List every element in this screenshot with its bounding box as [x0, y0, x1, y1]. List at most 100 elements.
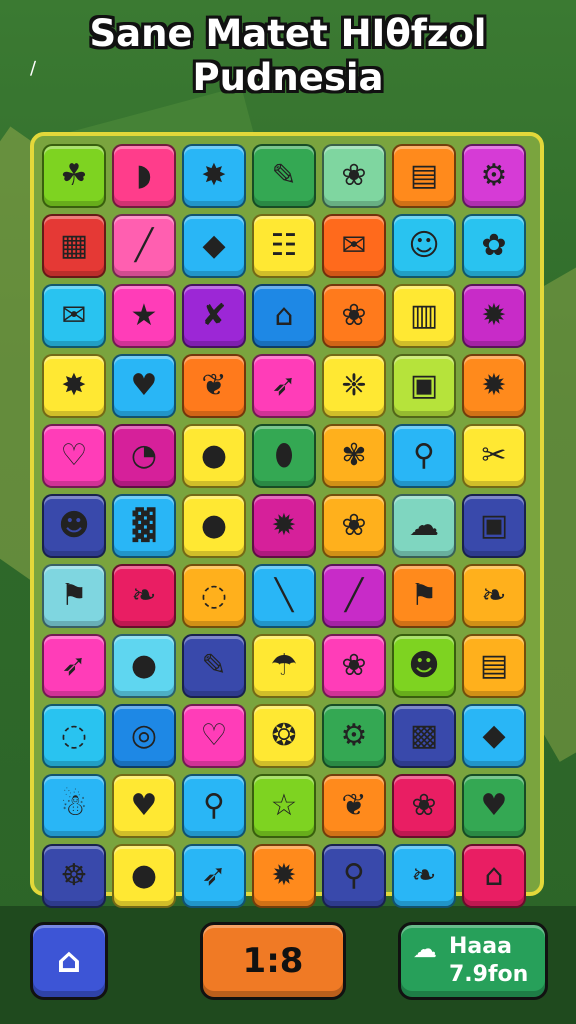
game-tile[interactable]: ●: [112, 844, 176, 908]
info-button[interactable]: ☁ Haaa 7.9fon: [398, 922, 548, 1000]
game-tile[interactable]: ⚑: [392, 564, 456, 628]
game-tile[interactable]: ▦: [42, 214, 106, 278]
game-tile[interactable]: ❀: [322, 144, 386, 208]
game-tile[interactable]: ♡: [182, 704, 246, 768]
game-tile[interactable]: ⌂: [462, 844, 526, 908]
game-tile[interactable]: ✹: [462, 354, 526, 418]
tile-icon: ❦: [201, 368, 227, 403]
game-tile[interactable]: ◌: [182, 564, 246, 628]
tile-icon: ☷: [270, 228, 298, 263]
game-tile[interactable]: ✎: [252, 144, 316, 208]
game-tile[interactable]: ✉: [42, 284, 106, 348]
game-tile[interactable]: ⌂: [252, 284, 316, 348]
game-tile[interactable]: ✾: [322, 424, 386, 488]
game-tile[interactable]: ⚲: [182, 774, 246, 838]
game-tile[interactable]: ✸: [182, 144, 246, 208]
tile-icon: ✸: [61, 368, 87, 403]
game-tile[interactable]: ☸: [42, 844, 106, 908]
game-tile[interactable]: ●: [182, 494, 246, 558]
game-tile[interactable]: ◗: [112, 144, 176, 208]
tile-icon: ⌂: [484, 858, 504, 893]
game-tile[interactable]: ╲: [252, 564, 316, 628]
tile-icon: ⚙: [480, 158, 508, 193]
game-tile[interactable]: ❧: [462, 564, 526, 628]
score-button[interactable]: 1:8: [200, 922, 346, 1000]
game-tile[interactable]: ♥: [112, 774, 176, 838]
game-tile[interactable]: ◌: [42, 704, 106, 768]
game-tile[interactable]: ✹: [252, 844, 316, 908]
tile-icon: ✎: [271, 158, 297, 193]
game-tile[interactable]: ⬮: [252, 424, 316, 488]
game-tile[interactable]: ☂: [252, 634, 316, 698]
game-tile[interactable]: ☘: [42, 144, 106, 208]
game-tile[interactable]: ♡: [42, 424, 106, 488]
game-tile[interactable]: ☁: [392, 494, 456, 558]
tile-icon: ╱: [134, 228, 154, 263]
game-tile[interactable]: ●: [112, 634, 176, 698]
game-tile[interactable]: ✉: [322, 214, 386, 278]
game-tile[interactable]: ❀: [322, 284, 386, 348]
game-tile[interactable]: ╱: [112, 214, 176, 278]
tile-icon: ➶: [61, 648, 87, 683]
game-tile[interactable]: ⚲: [392, 424, 456, 488]
game-tile[interactable]: ★: [112, 284, 176, 348]
game-tile[interactable]: ⚙: [462, 144, 526, 208]
game-tile[interactable]: ▓: [112, 494, 176, 558]
game-tile[interactable]: ➶: [42, 634, 106, 698]
game-tile[interactable]: ◆: [462, 704, 526, 768]
tile-icon: ▦: [59, 228, 89, 263]
game-tile[interactable]: ☻: [392, 634, 456, 698]
game-tile[interactable]: ❦: [182, 354, 246, 418]
game-tile[interactable]: ❀: [322, 634, 386, 698]
game-tile[interactable]: ╱: [322, 564, 386, 628]
game-tile[interactable]: ☆: [252, 774, 316, 838]
game-tile[interactable]: ●: [182, 424, 246, 488]
game-tile[interactable]: ◎: [112, 704, 176, 768]
tile-icon: ▥: [409, 298, 439, 333]
tile-icon: ◔: [130, 438, 158, 473]
game-tile[interactable]: ♥: [462, 774, 526, 838]
game-tile[interactable]: ✸: [42, 354, 106, 418]
game-tile[interactable]: ☻: [42, 494, 106, 558]
game-tile[interactable]: ❧: [112, 564, 176, 628]
game-tile[interactable]: ▣: [462, 494, 526, 558]
home-button[interactable]: ⌂: [30, 922, 108, 1000]
tile-icon: ❀: [341, 298, 367, 333]
title-line-1: Sane Matet HIθfzol: [89, 12, 487, 55]
game-tile[interactable]: ♥: [112, 354, 176, 418]
game-tile[interactable]: ▩: [392, 704, 456, 768]
game-tile[interactable]: ❂: [252, 704, 316, 768]
game-tile[interactable]: ▣: [392, 354, 456, 418]
game-tile[interactable]: ⚲: [322, 844, 386, 908]
game-tile[interactable]: ❀: [322, 494, 386, 558]
game-tile[interactable]: ✹: [252, 494, 316, 558]
tile-icon: ♡: [60, 438, 88, 473]
game-tile[interactable]: ✿: [462, 214, 526, 278]
game-tile[interactable]: ❈: [322, 354, 386, 418]
game-tile[interactable]: ❦: [322, 774, 386, 838]
game-tile[interactable]: ◆: [182, 214, 246, 278]
game-tile[interactable]: ▥: [392, 284, 456, 348]
game-tile[interactable]: ☷: [252, 214, 316, 278]
game-tile[interactable]: ▤: [392, 144, 456, 208]
home-icon: ⌂: [56, 941, 82, 981]
game-tile[interactable]: ☺: [392, 214, 456, 278]
game-tile[interactable]: ⚑: [42, 564, 106, 628]
tile-icon: ❧: [481, 578, 507, 613]
tile-icon: ●: [200, 508, 228, 543]
game-tile[interactable]: ⚙: [322, 704, 386, 768]
tile-icon: ♥: [480, 788, 508, 823]
game-tile[interactable]: ➶: [252, 354, 316, 418]
game-tile[interactable]: ✎: [182, 634, 246, 698]
game-tile[interactable]: ✹: [462, 284, 526, 348]
tile-icon: ✹: [481, 298, 507, 333]
game-tile[interactable]: ▤: [462, 634, 526, 698]
tile-icon: ☃: [60, 788, 88, 823]
game-tile[interactable]: ◔: [112, 424, 176, 488]
game-tile[interactable]: ☃: [42, 774, 106, 838]
game-tile[interactable]: ✘: [182, 284, 246, 348]
game-tile[interactable]: ✂: [462, 424, 526, 488]
game-tile[interactable]: ❀: [392, 774, 456, 838]
game-tile[interactable]: ➶: [182, 844, 246, 908]
game-tile[interactable]: ❧: [392, 844, 456, 908]
